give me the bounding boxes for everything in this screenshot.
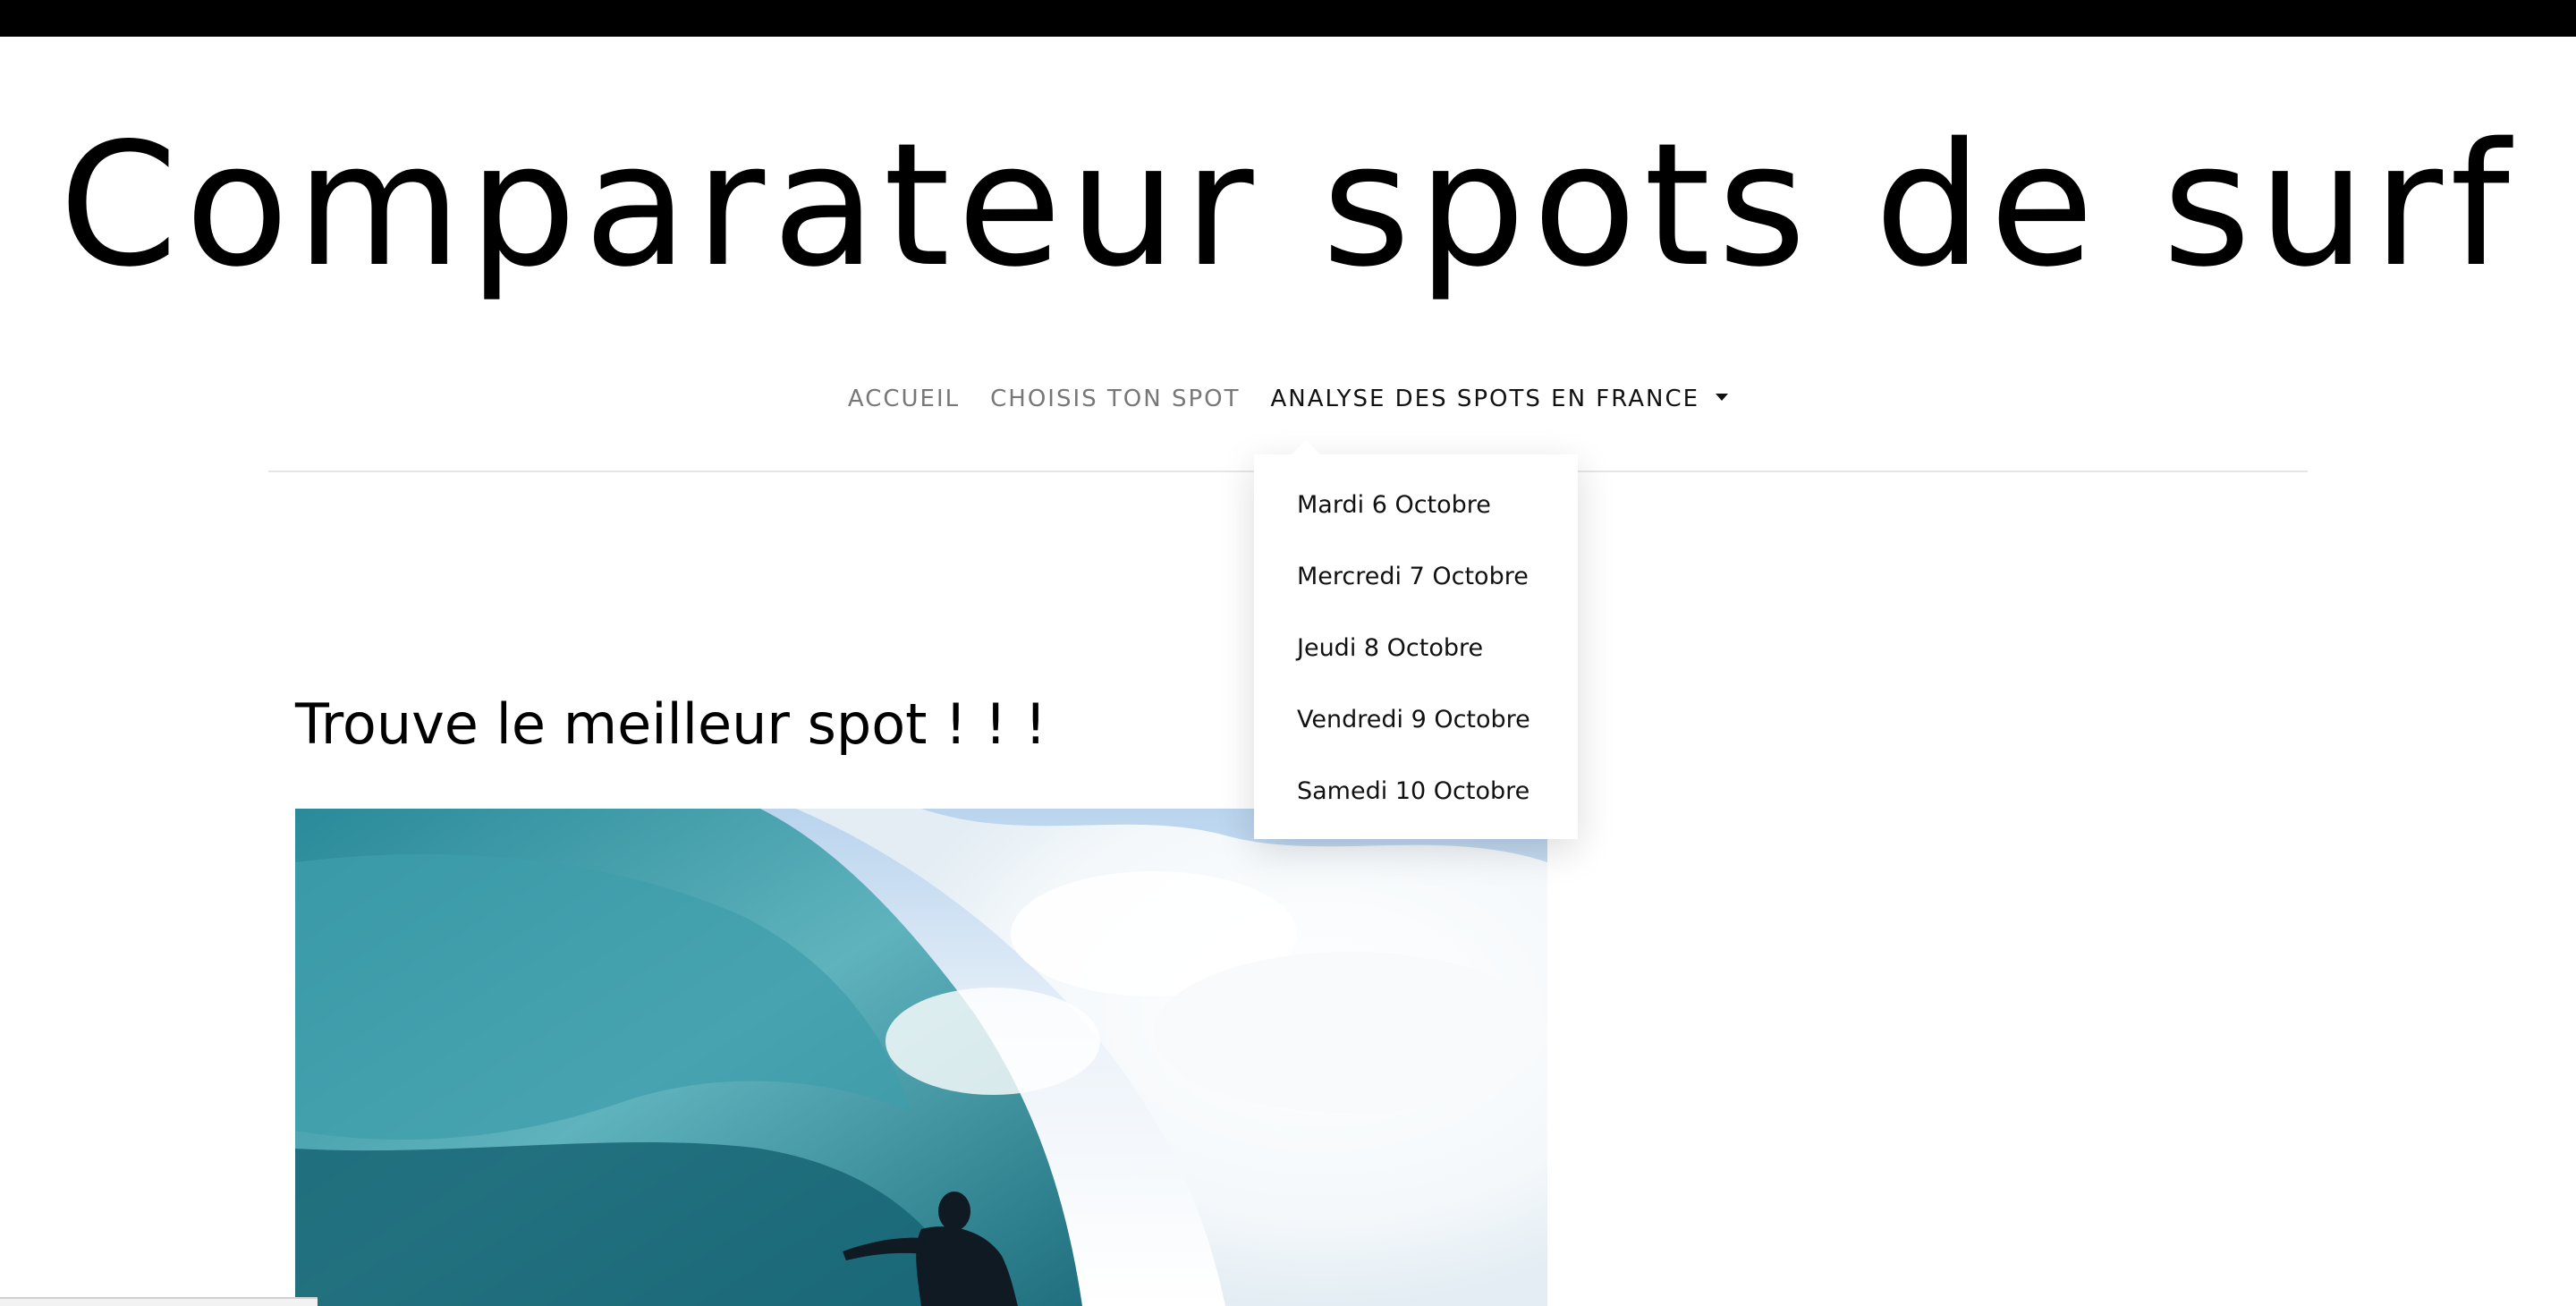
surf-hero-image (295, 809, 1547, 1306)
main-nav: ACCUEIL CHOISIS TON SPOT ANALYSE DES SPO… (0, 383, 2576, 415)
dropdown-item-samedi[interactable]: Samedi 10 Octobre (1254, 767, 1578, 839)
dropdown-item-vendredi[interactable]: Vendredi 9 Octobre (1254, 696, 1578, 767)
dropdown-item-mardi[interactable]: Mardi 6 Octobre (1254, 481, 1578, 553)
dropdown-arrow-icon (1292, 440, 1320, 454)
caret-down-icon (1716, 393, 1729, 401)
analyse-dropdown-menu: Mardi 6 Octobre Mercredi 7 Octobre Jeudi… (1254, 440, 1578, 839)
site-title: Comparateur spots de surf (59, 106, 2517, 304)
nav-item-analyse-dropdown-toggle[interactable]: ANALYSE DES SPOTS EN FRANCE (1271, 386, 1729, 412)
dropdown-item-mercredi[interactable]: Mercredi 7 Octobre (1254, 553, 1578, 624)
horizontal-scrollbar[interactable] (0, 1297, 318, 1306)
dropdown-item-jeudi[interactable]: Jeudi 8 Octobre (1254, 624, 1578, 696)
nav-item-accueil[interactable]: ACCUEIL (848, 386, 960, 412)
nav-item-analyse-label: ANALYSE DES SPOTS EN FRANCE (1270, 386, 1700, 412)
top-bar (0, 0, 2576, 37)
surf-wave-illustration (295, 809, 1547, 1306)
nav-item-choisis-ton-spot[interactable]: CHOISIS TON SPOT (990, 386, 1240, 412)
section-heading: Trouve le meilleur spot ! ! ! (295, 691, 1047, 757)
